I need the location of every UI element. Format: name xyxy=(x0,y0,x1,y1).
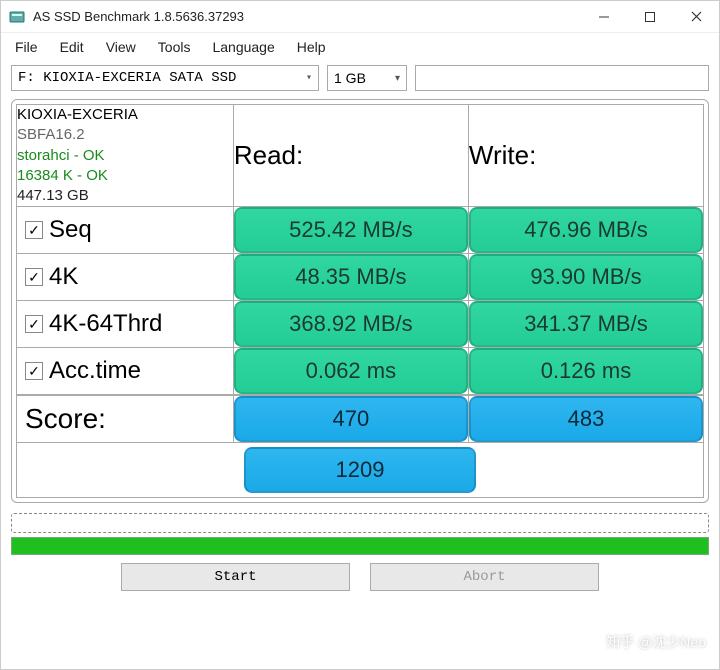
titlebar: AS SSD Benchmark 1.8.5636.37293 xyxy=(1,1,719,33)
row-acc: ✓ Acc.time 0.062 ms 0.126 ms xyxy=(17,348,704,396)
menubar: File Edit View Tools Language Help xyxy=(1,33,719,61)
drive-capacity: 447.13 GB xyxy=(17,186,233,206)
4k64-read: 368.92 MB/s xyxy=(234,301,468,347)
path-input[interactable] xyxy=(415,65,709,91)
checkbox-acc[interactable]: ✓ xyxy=(25,362,43,380)
drive-select-value: F: KIOXIA-EXCERIA SATA SSD xyxy=(18,70,236,86)
acc-read: 0.062 ms xyxy=(234,348,468,394)
score-label: Score: xyxy=(17,399,233,439)
menu-edit[interactable]: Edit xyxy=(60,39,84,55)
score-read: 470 xyxy=(234,396,468,442)
size-select[interactable]: 1 GB ▾ xyxy=(327,65,407,91)
4k-read: 48.35 MB/s xyxy=(234,254,468,300)
checkbox-4k64[interactable]: ✓ xyxy=(25,315,43,333)
row-score: Score: 470 483 xyxy=(17,395,704,443)
maximize-button[interactable] xyxy=(627,1,673,33)
header-write: Write: xyxy=(468,105,703,207)
score-total: 1209 xyxy=(244,447,476,493)
progress-bar xyxy=(11,537,709,555)
driver-status: storahci - OK xyxy=(17,146,233,166)
label-4k64: 4K-64Thrd xyxy=(49,310,162,338)
row-total: 1209 xyxy=(17,443,704,498)
drive-select[interactable]: F: KIOXIA-EXCERIA SATA SSD ▾ xyxy=(11,65,319,91)
menu-tools[interactable]: Tools xyxy=(158,39,191,55)
drive-name: KIOXIA-EXCERIA xyxy=(17,105,233,125)
status-area xyxy=(11,513,709,533)
checkbox-seq[interactable]: ✓ xyxy=(25,221,43,239)
abort-button: Abort xyxy=(370,563,599,591)
drive-info-cell: KIOXIA-EXCERIA SBFA16.2 storahci - OK 16… xyxy=(17,105,234,207)
watermark: 知乎 @沈少Neo xyxy=(606,632,706,652)
minimize-button[interactable] xyxy=(581,1,627,33)
seq-read: 525.42 MB/s xyxy=(234,207,468,253)
label-acc: Acc.time xyxy=(49,357,141,385)
header-read: Read: xyxy=(233,105,468,207)
row-4k64: ✓ 4K-64Thrd 368.92 MB/s 341.37 MB/s xyxy=(17,301,704,348)
acc-write: 0.126 ms xyxy=(469,348,703,394)
app-icon xyxy=(9,9,25,25)
row-4k: ✓ 4K 48.35 MB/s 93.90 MB/s xyxy=(17,254,704,301)
label-4k: 4K xyxy=(49,263,78,291)
row-label-acc: ✓ Acc.time xyxy=(17,353,233,389)
menu-file[interactable]: File xyxy=(15,39,38,55)
button-row: Start Abort xyxy=(1,563,719,601)
menu-help[interactable]: Help xyxy=(297,39,326,55)
start-button[interactable]: Start xyxy=(121,563,350,591)
chevron-down-icon: ▾ xyxy=(306,72,312,84)
menu-view[interactable]: View xyxy=(106,39,136,55)
window-controls xyxy=(581,1,719,33)
app-window: AS SSD Benchmark 1.8.5636.37293 File Edi… xyxy=(0,0,720,670)
size-select-value: 1 GB xyxy=(334,70,366,86)
align-status: 16384 K - OK xyxy=(17,166,233,186)
4k64-write: 341.37 MB/s xyxy=(469,301,703,347)
label-seq: Seq xyxy=(49,216,92,244)
4k-write: 93.90 MB/s xyxy=(469,254,703,300)
benchmark-panel: KIOXIA-EXCERIA SBFA16.2 storahci - OK 16… xyxy=(11,99,709,503)
benchmark-table: KIOXIA-EXCERIA SBFA16.2 storahci - OK 16… xyxy=(16,104,704,498)
selector-row: F: KIOXIA-EXCERIA SATA SSD ▾ 1 GB ▾ xyxy=(1,61,719,95)
score-write: 483 xyxy=(469,396,703,442)
close-button[interactable] xyxy=(673,1,719,33)
chevron-down-icon: ▾ xyxy=(395,73,400,84)
row-seq: ✓ Seq 525.42 MB/s 476.96 MB/s xyxy=(17,207,704,254)
drive-firmware: SBFA16.2 xyxy=(17,125,233,145)
row-label-4k64: ✓ 4K-64Thrd xyxy=(17,306,233,342)
row-label-4k: ✓ 4K xyxy=(17,259,233,295)
menu-language[interactable]: Language xyxy=(212,39,274,55)
row-label-seq: ✓ Seq xyxy=(17,212,233,248)
checkbox-4k[interactable]: ✓ xyxy=(25,268,43,286)
window-title: AS SSD Benchmark 1.8.5636.37293 xyxy=(33,9,581,24)
seq-write: 476.96 MB/s xyxy=(469,207,703,253)
